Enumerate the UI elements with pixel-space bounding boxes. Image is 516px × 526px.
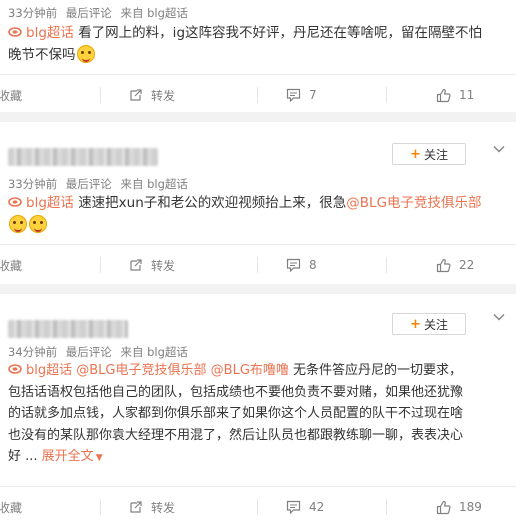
post-body: 速速把xun子和老公的欢迎视频抬上来，很急 [78,195,347,211]
post-source-type: 最后评论 [65,6,112,20]
username-blurred[interactable] [8,148,158,166]
topic-label: blg超话 [26,363,73,378]
post-actions: 收藏 转发 42 189 [0,486,516,526]
comment-button[interactable]: 42 [286,487,324,526]
post-card: + 关注 34分钟前 最后评论 来自 blg超话 blg超话 @BLG电子竞技俱乐… [0,294,516,526]
comment-icon [286,258,301,272]
post-body: 看了网上的料，ig这阵容我不好评，丹尼还在等啥呢，留在隔壁不怕 [78,25,483,41]
topic-link[interactable]: blg超话 [8,195,74,211]
post-actions: 收藏 转发 7 11 [0,74,516,114]
follow-button[interactable]: + 关注 [392,143,466,165]
post-text: blg超话 看了网上的料，ig这阵容我不好评，丹尼还在等啥呢，留在隔壁不怕 晚节… [8,22,508,66]
post-text: blg超话 @BLG电子竞技俱乐部 @BLG布噜噜 无条件答应丹尼的一切要求， … [8,360,508,470]
repost-button[interactable]: 转发 [129,75,175,115]
post-body-line: 好 ... [8,449,38,464]
laughing-emoji-icon [76,45,95,63]
username-blurred[interactable] [8,320,128,338]
topic-link[interactable]: blg超话 [8,363,72,378]
post-source-type: 最后评论 [65,177,112,191]
post-source-type: 最后评论 [65,345,112,359]
cheer-emoji-icon [9,215,27,233]
cheer-emoji-icon [29,215,47,233]
favorite-button[interactable]: 收藏 [0,487,22,526]
repost-icon [130,89,142,101]
repost-icon [130,259,142,271]
topic-label: blg超话 [26,195,74,211]
post-time: 33分钟前 [8,177,58,191]
thumbs-up-icon [436,258,451,272]
post-source[interactable]: 来自 blg超话 [120,6,187,20]
expand-full-text-link[interactable]: 展开全文 ▼ [42,449,103,464]
post-body-line: 包括话语权包括他自己的团队，包括成绩也不要他负责不要对赌，如果他还犹豫 [8,384,464,400]
comment-icon [286,500,301,514]
comment-button[interactable]: 7 [286,75,317,115]
topic-icon [8,27,22,37]
topic-icon [8,197,22,207]
repost-icon [130,501,142,513]
favorite-button[interactable]: 收藏 [0,75,22,115]
comment-button[interactable]: 8 [286,245,317,285]
follow-button[interactable]: + 关注 [392,313,466,335]
comment-icon [286,88,301,102]
like-button[interactable]: 22 [436,245,474,285]
chevron-down-icon: ▼ [95,453,103,463]
post-meta: 33分钟前 最后评论 来自 blg超话 [8,5,193,21]
thumbs-up-icon [436,88,451,102]
like-button[interactable]: 189 [436,487,482,526]
mention-link[interactable]: @BLG电子竞技俱乐部 [76,363,206,378]
topic-icon [8,364,22,374]
post-card: + 关注 33分钟前 最后评论 来自 blg超话 blg超话 速速把xun子和老公… [0,122,516,284]
thumbs-up-icon [436,500,451,514]
post-time: 33分钟前 [8,6,58,20]
chevron-down-icon[interactable] [492,142,506,156]
repost-button[interactable]: 转发 [129,245,175,285]
post-card: 33分钟前 最后评论 来自 blg超话 blg超话 看了网上的料，ig这阵容我不… [0,0,516,112]
post-meta: 33分钟前 最后评论 来自 blg超话 [8,176,193,192]
like-button[interactable]: 11 [436,75,474,115]
repost-button[interactable]: 转发 [129,487,175,526]
topic-link[interactable]: blg超话 [8,25,74,41]
topic-label: blg超话 [26,25,74,41]
mention-link[interactable]: @BLG电子竞技俱乐部 [346,195,481,211]
post-body-line: 的话就多加点钱，人家都到你俱乐部来了如果你这个人员配置的队干不过现在啥 [8,406,464,421]
mention-link[interactable]: @BLG布噜噜 [211,363,289,378]
post-source[interactable]: 来自 blg超话 [120,345,187,359]
chevron-down-icon[interactable] [492,310,506,324]
post-actions: 收藏 转发 8 22 [0,244,516,284]
favorite-button[interactable]: 收藏 [0,245,22,285]
post-time: 34分钟前 [8,345,58,359]
post-body-line: 也没有的某队那你袁大经理不用混了，然后让队员也都跟教练聊一聊，表表决心 [8,427,464,443]
post-body: 无条件答应丹尼的一切要求， [293,363,463,378]
post-source[interactable]: 来自 blg超话 [120,177,187,191]
post-body-line2: 晚节不保吗 [8,47,76,63]
post-text: blg超话 速速把xun子和老公的欢迎视频抬上来，很急@BLG电子竞技俱乐部 [8,192,508,236]
post-meta: 34分钟前 最后评论 来自 blg超话 [8,344,193,360]
